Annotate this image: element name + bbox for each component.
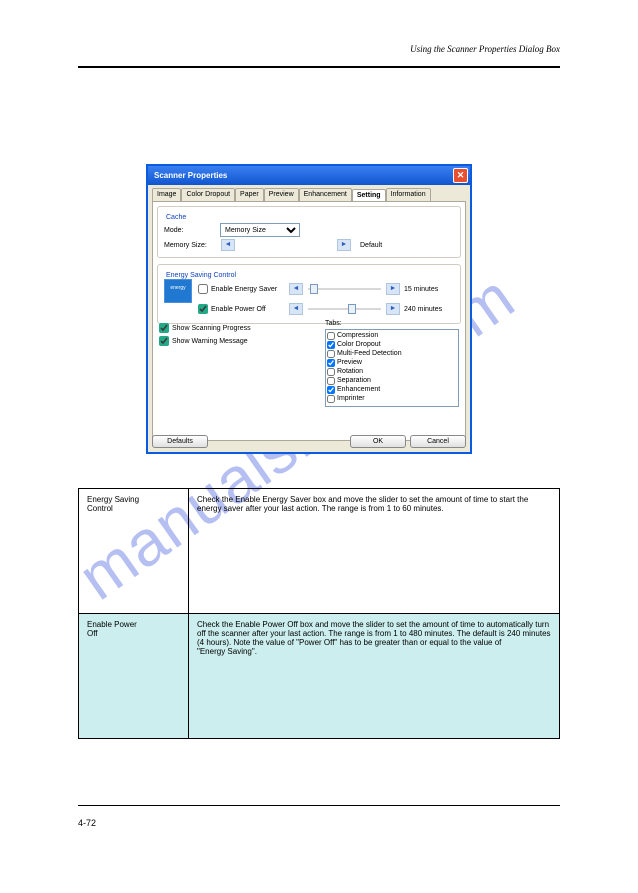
memory-size-label: Memory Size: — [164, 242, 220, 249]
tabs-item-label: Separation — [337, 376, 371, 385]
show-warning-message-label: Show Warning Message — [172, 338, 248, 345]
tab-preview[interactable]: Preview — [264, 188, 299, 201]
cell-energy-saving: Energy Saving Control — [79, 489, 189, 614]
cell-energy-saving-desc: Check the Enable Energy Saver box and mo… — [189, 489, 560, 614]
dialog-title: Scanner Properties — [154, 171, 227, 180]
tabs-item-label: Enhancement — [337, 385, 380, 394]
page-number: 4-72 — [78, 818, 96, 828]
default-label: Default — [360, 242, 382, 249]
cell-text: "Energy Saving". — [197, 647, 257, 656]
cell-text: Control — [87, 504, 113, 513]
tabs-item-preview[interactable] — [327, 359, 335, 367]
enable-power-off-label: Enable Power Off — [211, 306, 266, 313]
tabs-item-imprinter[interactable] — [327, 395, 335, 403]
saver-slider[interactable] — [308, 288, 381, 290]
cell-power-off: Enable Power Off — [79, 614, 189, 739]
saver-decrease-button[interactable]: ◄ — [289, 283, 303, 295]
mode-combo[interactable]: Memory Size — [220, 223, 300, 237]
saver-increase-button[interactable]: ► — [386, 283, 400, 295]
tab-color-dropout[interactable]: Color Dropout — [181, 188, 235, 201]
tabs-list-label: Tabs: — [325, 320, 459, 327]
footer-rule — [78, 805, 560, 806]
energy-star-logo: energy — [164, 279, 192, 303]
tab-image[interactable]: Image — [152, 188, 181, 201]
cancel-button[interactable]: Cancel — [410, 435, 466, 448]
tabs-item-label: Rotation — [337, 367, 363, 376]
mode-label: Mode: — [164, 227, 220, 234]
cell-text: Check the Enable Energy Saver box and mo… — [197, 495, 528, 513]
tabs-item-rotation[interactable] — [327, 368, 335, 376]
cell-text: Enable Power — [87, 620, 137, 629]
enable-power-off-checkbox[interactable] — [198, 304, 208, 314]
tabs-item-label: Compression — [337, 331, 378, 340]
cache-fieldset: Cache Mode: Memory Size Memory Size: ◄ ►… — [157, 206, 461, 258]
tabs-item-label: Color Dropout — [337, 340, 381, 349]
tabs-item-enhancement[interactable] — [327, 386, 335, 394]
energy-fieldset: Energy Saving Control energy Enable Ener… — [157, 264, 461, 324]
close-button[interactable]: ✕ — [453, 168, 468, 183]
show-scanning-progress-checkbox[interactable] — [159, 323, 169, 333]
show-scanning-progress-label: Show Scanning Progress — [172, 325, 251, 332]
tabs-item-multifeed[interactable] — [327, 350, 335, 358]
cache-legend: Cache — [164, 214, 188, 221]
tab-information[interactable]: Information — [386, 188, 431, 201]
page-header-text: Using the Scanner Properties Dialog Box — [410, 44, 560, 54]
button-bar: Defaults OK Cancel — [152, 435, 466, 448]
titlebar: Scanner Properties ✕ — [148, 166, 470, 185]
tabs-item-compression[interactable] — [327, 332, 335, 340]
tabs-item-color-dropout[interactable] — [327, 341, 335, 349]
tab-body: Cache Mode: Memory Size Memory Size: ◄ ►… — [152, 201, 466, 441]
enable-energy-saver-checkbox[interactable] — [198, 284, 208, 294]
energy-legend: Energy Saving Control — [164, 272, 238, 279]
poweroff-decrease-button[interactable]: ◄ — [289, 303, 303, 315]
poweroff-slider[interactable] — [308, 308, 381, 310]
cell-text: Off — [87, 629, 98, 638]
ok-button[interactable]: OK — [350, 435, 406, 448]
tabs-item-label: Multi-Feed Detection — [337, 349, 402, 358]
defaults-button[interactable]: Defaults — [152, 435, 208, 448]
tabs-listbox: Tabs: Compression Color Dropout Multi-Fe… — [325, 320, 459, 408]
tabs-item-separation[interactable] — [327, 377, 335, 385]
header-rule — [78, 66, 560, 68]
poweroff-value: 240 minutes — [404, 306, 454, 313]
poweroff-increase-button[interactable]: ► — [386, 303, 400, 315]
enable-energy-saver-label: Enable Energy Saver — [211, 286, 277, 293]
tab-paper[interactable]: Paper — [235, 188, 264, 201]
cell-power-off-desc: Check the Enable Power Off box and move … — [189, 614, 560, 739]
tabstrip: Image Color Dropout Paper Preview Enhanc… — [148, 185, 470, 201]
tab-enhancement[interactable]: Enhancement — [299, 188, 352, 201]
cell-text: Energy Saving — [87, 495, 139, 504]
scanner-properties-dialog: Scanner Properties ✕ Image Color Dropout… — [146, 164, 472, 454]
tabs-item-label: Preview — [337, 358, 362, 367]
show-warning-message-checkbox[interactable] — [159, 336, 169, 346]
memory-decrease-button[interactable]: ◄ — [221, 239, 235, 251]
tabs-item-label: Imprinter — [337, 394, 365, 403]
saver-value: 15 minutes — [404, 286, 454, 293]
tabs-list[interactable]: Compression Color Dropout Multi-Feed Det… — [325, 329, 459, 407]
description-table: Energy Saving Control Check the Enable E… — [78, 488, 560, 739]
memory-increase-button[interactable]: ► — [337, 239, 351, 251]
cell-text: Check the Enable Power Off box and move … — [197, 620, 551, 647]
